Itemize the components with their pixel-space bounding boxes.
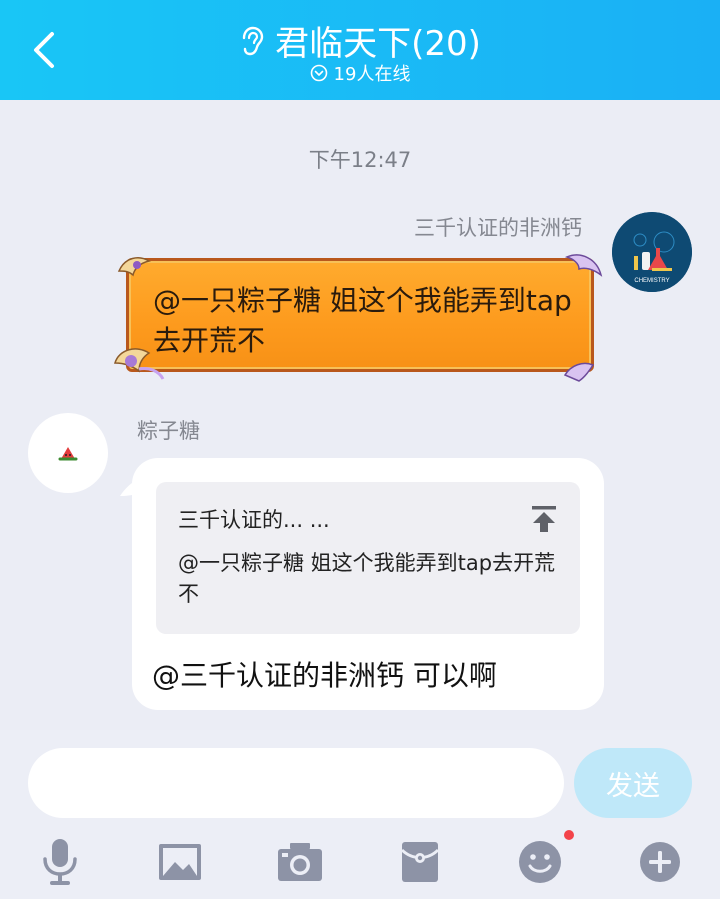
composer-bar: 发送 [0, 730, 720, 899]
incoming-message-bubble[interactable]: 三千认证的... ... @一只粽子糖 姐这个我能弄到tap去开荒不 @三千认证… [132, 458, 604, 710]
camera-button[interactable] [270, 834, 330, 890]
red-packet-button[interactable] [390, 834, 450, 890]
composer-toolbar [0, 830, 720, 894]
sender-name: 三千认证的非洲钙 [414, 216, 582, 240]
emoji-icon [519, 841, 561, 883]
voice-button[interactable] [30, 834, 90, 890]
quoted-message[interactable]: 三千认证的... ... @一只粽子糖 姐这个我能弄到tap去开荒不 [156, 482, 580, 634]
message-text: @三千认证的非洲钙 可以啊 [152, 659, 497, 692]
ear-icon [242, 26, 264, 55]
plus-icon [640, 842, 680, 882]
sender-name: 粽子糖 [137, 419, 200, 443]
notification-dot [564, 830, 574, 840]
title-row[interactable]: 君临天下(20) [0, 16, 720, 65]
avatar[interactable] [28, 413, 108, 493]
chat-title: 君临天下(20) [275, 24, 481, 64]
camera-icon [278, 843, 322, 881]
outgoing-message-bubble[interactable]: @一只粽子糖 姐这个我能弄到tap去开荒不 [114, 254, 603, 382]
chat-header: 君临天下(20) 19人在线 [0, 0, 720, 100]
message-input[interactable] [28, 748, 564, 818]
send-button[interactable]: 发送 [574, 748, 692, 818]
avatar[interactable]: CHEMISTRY [612, 212, 692, 292]
jump-to-top-icon[interactable] [530, 504, 558, 534]
watermelon-icon [58, 447, 78, 461]
message-timestamp: 下午12:47 [308, 148, 412, 172]
message-text: @一只粽子糖 姐这个我能弄到tap去开荒不 [153, 284, 572, 357]
online-count-text: 19人在线 [333, 64, 411, 85]
red-packet-icon [400, 842, 440, 882]
quote-sender: 三千认证的... ... [178, 508, 330, 532]
chevron-down-circle-icon [310, 64, 327, 82]
emoji-button[interactable] [510, 830, 574, 890]
more-button[interactable] [630, 834, 690, 890]
avatar-caption: CHEMISTRY [634, 278, 669, 284]
online-status[interactable]: 19人在线 [0, 60, 720, 86]
quote-text: @一只粽子糖 姐这个我能弄到tap去开荒不 [178, 551, 556, 606]
microphone-icon [43, 839, 77, 885]
image-icon [159, 844, 201, 880]
chemistry-avatar-icon: CHEMISTRY [612, 212, 692, 292]
image-button[interactable] [150, 834, 210, 890]
